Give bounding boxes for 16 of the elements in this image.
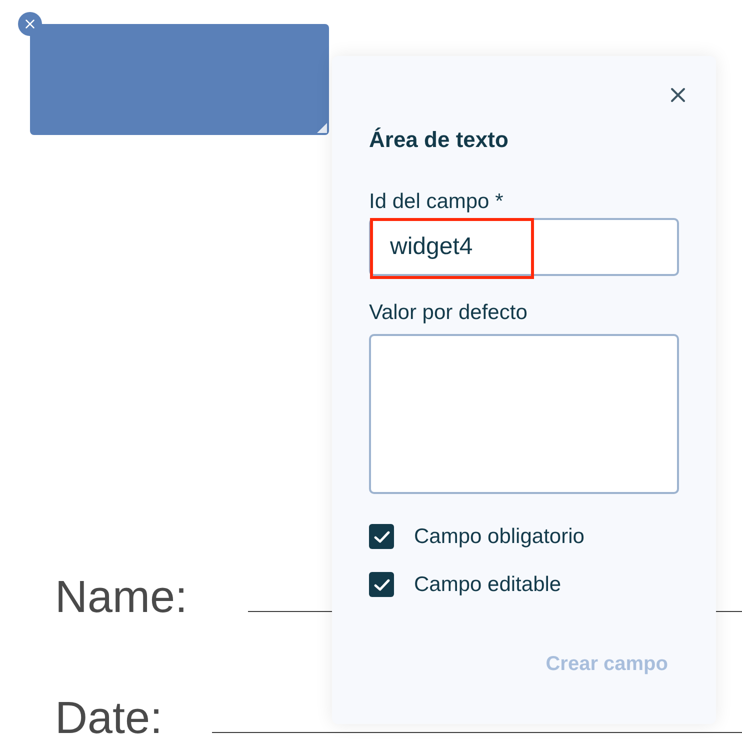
- close-icon: [25, 19, 35, 29]
- textarea-field[interactable]: [369, 334, 679, 494]
- resize-grip-icon[interactable]: [317, 123, 327, 133]
- form-label: Name:: [55, 571, 188, 623]
- field-label: Valor por defecto: [369, 301, 528, 325]
- checkbox[interactable]: [369, 572, 394, 597]
- checkbox[interactable]: [369, 524, 394, 549]
- form-label: Date:: [55, 692, 163, 740]
- field-label: Id del campo *: [369, 190, 504, 214]
- checkbox-label: Campo obligatorio: [414, 524, 584, 548]
- check-icon: [374, 578, 390, 590]
- checkbox-label: Campo editable: [414, 572, 562, 596]
- check-icon: [374, 530, 390, 542]
- panel-title: Área de texto: [369, 127, 508, 153]
- input-field[interactable]: widget4: [369, 218, 679, 276]
- close-icon: [670, 87, 686, 103]
